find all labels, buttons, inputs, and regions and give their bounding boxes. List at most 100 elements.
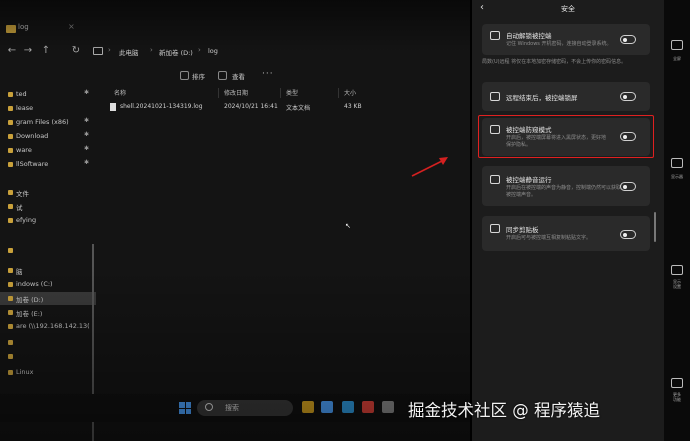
more-options-icon[interactable]: ··· <box>262 69 274 79</box>
sidebar-item[interactable]: ware ✱ <box>0 144 96 157</box>
setting-desc: 记住 Windows 开机密码，连接自动登录系统。 <box>506 41 612 47</box>
password-note: 局数(U)远程 将仅在本地加密存储密码，不会上传你的密码信息。 <box>482 59 627 65</box>
fullscreen-icon <box>671 40 683 50</box>
panel-title: 安全 <box>561 5 575 13</box>
address-row: ← → ↑ ↻ › 此电脑 › 新加卷 (D:) › log <box>0 42 470 62</box>
sidebar-item[interactable]: efying <box>0 214 96 227</box>
file-explorer-icon[interactable] <box>302 401 314 413</box>
pin-icon[interactable]: ✱ <box>84 145 89 152</box>
display-settings-button[interactable]: 显示 设置 <box>664 265 690 299</box>
folder-icon <box>8 190 13 195</box>
folder-icon <box>8 218 13 223</box>
sidebar-item[interactable] <box>0 336 96 349</box>
sidebar-item-label: 脑 <box>16 268 23 276</box>
monitor-button[interactable]: 显示器 <box>664 158 690 188</box>
file-row[interactable]: shell.20241021-134319.log 2024/10/21 16:… <box>106 101 386 114</box>
explorer-tab[interactable]: log × <box>0 22 470 38</box>
view-button[interactable]: 查看 <box>232 71 245 81</box>
column-name[interactable]: 名称 <box>114 88 126 97</box>
column-size[interactable]: 大小 <box>344 88 356 97</box>
breadcrumb-this-pc[interactable]: 此电脑 <box>119 47 139 57</box>
refresh-icon[interactable]: ↻ <box>70 45 82 56</box>
view-icon[interactable] <box>218 71 227 80</box>
file-name: shell.20241021-134319.log <box>120 103 203 110</box>
mute-toggle[interactable] <box>620 182 636 191</box>
sidebar-item[interactable]: Linux <box>0 366 96 379</box>
sidebar-item[interactable]: 加卷 (E:) <box>0 306 96 319</box>
edge-icon[interactable] <box>342 401 354 413</box>
app-generic-icon[interactable] <box>382 401 394 413</box>
pin-icon[interactable]: ✱ <box>84 131 89 138</box>
breadcrumb-drive-d[interactable]: 新加卷 (D:) <box>159 47 193 57</box>
sidebar-item[interactable] <box>0 244 96 257</box>
file-modified: 2024/10/21 16:41 <box>224 103 278 110</box>
sidebar-item[interactable]: are (\\192.168.142.13( <box>0 320 96 333</box>
folder-icon <box>8 370 13 375</box>
red-highlight-box <box>478 115 654 158</box>
folder-icon <box>8 106 13 111</box>
taskbar-search[interactable]: 搜索 <box>197 400 293 416</box>
windows-start-icon[interactable] <box>179 402 191 414</box>
column-modified[interactable]: 修改日期 <box>224 88 248 97</box>
panel-scrollbar[interactable] <box>654 212 656 242</box>
column-divider <box>218 88 219 98</box>
setting-title: 同步剪贴板 <box>506 226 539 234</box>
pin-icon[interactable]: ✱ <box>84 117 89 124</box>
app-store-icon[interactable] <box>321 401 333 413</box>
lock-screen-toggle[interactable] <box>620 92 636 101</box>
setting-card-mute: 被控端静音运行 开启后在被控端的声音为静音，控制端仍然可以获取 被控端声音。 <box>482 166 650 206</box>
sidebar-item[interactable]: ted ✱ <box>0 88 96 101</box>
sidebar-item[interactable]: 文件 <box>0 186 96 199</box>
sidebar-item-label: ware <box>16 146 32 154</box>
navigation-pane: ted ✱ lease gram Files (x86) ✱ Download ✱ ware ✱… <box>0 84 98 441</box>
toolbar-label: 全屏 <box>673 56 681 61</box>
sort-icon[interactable] <box>180 71 189 80</box>
setting-desc: 开启后可与被控端互相复制粘贴文字。 <box>506 235 592 241</box>
folder-icon <box>6 25 16 33</box>
sidebar-item-label: indows (C:) <box>16 280 53 288</box>
sidebar-item[interactable]: 试 <box>0 200 96 213</box>
sidebar-item[interactable]: llSoftware ✱ <box>0 158 96 171</box>
breadcrumb-log[interactable]: log <box>208 47 218 55</box>
security-settings-panel: ‹ 安全 自动解锁被控端 记住 Windows 开机密码，连接自动登录系统。 局… <box>472 0 664 441</box>
sidebar-item[interactable]: gram Files (x86) ✱ <box>0 116 96 129</box>
pin-icon[interactable]: ✱ <box>84 159 89 166</box>
taskbar: 搜索 <box>0 394 470 422</box>
mouse-cursor-icon: ↖ <box>345 222 351 230</box>
sort-button[interactable]: 排序 <box>192 71 205 81</box>
computer-icon <box>93 47 103 55</box>
watermark-text: 掘金技术社区 @ 程序猿追 <box>408 401 600 420</box>
clipboard-sync-toggle[interactable] <box>620 230 636 239</box>
search-label: 搜索 <box>225 404 239 412</box>
sidebar-item[interactable] <box>0 350 96 363</box>
auto-unlock-toggle[interactable] <box>620 35 636 44</box>
file-type: 文本文档 <box>286 105 311 112</box>
up-arrow-icon[interactable]: ↑ <box>40 45 52 56</box>
sidebar-item[interactable]: 脑 <box>0 264 96 277</box>
toolbar-label: 更多 功能 <box>673 392 681 402</box>
column-type[interactable]: 类型 <box>286 88 298 97</box>
setting-title: 自动解锁被控端 <box>506 32 552 40</box>
back-arrow-icon[interactable]: ← <box>6 45 18 56</box>
fullscreen-button[interactable]: 全屏 <box>664 40 690 70</box>
setting-desc: 开启后在被控端的声音为静音，控制端仍然可以获取 <box>506 185 622 191</box>
folder-icon <box>8 282 13 287</box>
sidebar-item[interactable]: indows (C:) <box>0 278 96 291</box>
sidebar-item-label: efying <box>16 216 37 224</box>
pin-icon[interactable]: ✱ <box>84 89 89 96</box>
remote-control-toolbar: 全屏 显示器 显示 设置 更多 功能 <box>664 0 690 441</box>
tab-close-icon[interactable]: × <box>68 22 75 31</box>
chrome-icon[interactable] <box>362 401 374 413</box>
forward-arrow-icon[interactable]: → <box>22 45 34 56</box>
toolbar-label: 显示器 <box>671 174 683 179</box>
monitor-icon <box>671 158 683 168</box>
more-functions-button[interactable]: 更多 功能 <box>664 378 690 412</box>
sidebar-item[interactable]: 加卷 (D:) <box>0 292 96 305</box>
setting-card-auto-unlock: 自动解锁被控端 记住 Windows 开机密码，连接自动登录系统。 <box>482 24 650 55</box>
sidebar-item-label: 加卷 (D:) <box>16 296 44 304</box>
text-file-icon <box>110 103 116 111</box>
tab-title: log <box>18 23 29 31</box>
file-explorer-window: log × ← → ↑ ↻ › 此电脑 › 新加卷 (D:) › log 排序 … <box>0 0 470 441</box>
sidebar-item[interactable]: lease <box>0 102 96 115</box>
sidebar-item[interactable]: Download ✱ <box>0 130 96 143</box>
